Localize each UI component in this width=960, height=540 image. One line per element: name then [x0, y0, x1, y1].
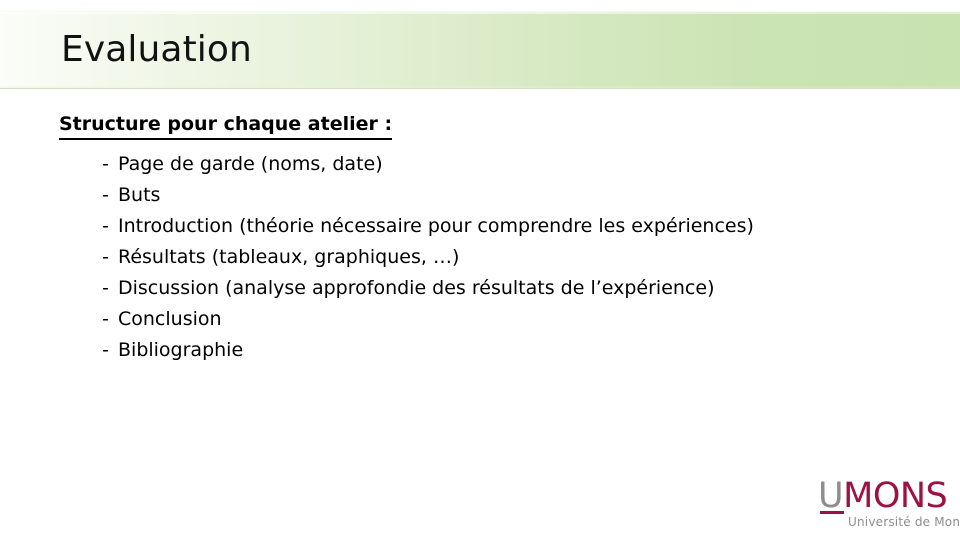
slide-body: Structure pour chaque atelier : - Page d… — [59, 111, 889, 366]
umons-accent-bar-icon — [820, 511, 844, 514]
list-item-label: Discussion (analyse approfondie des résu… — [118, 277, 715, 299]
title-band-top-edge — [0, 12, 960, 14]
umons-wordmark-u: U — [818, 476, 844, 516]
bullet-dash-icon: - — [102, 153, 109, 175]
list-item-label: Introduction (théorie nécessaire pour co… — [118, 215, 754, 237]
list-item: - Discussion (analyse approfondie des ré… — [59, 273, 889, 304]
structure-list: - Page de garde (noms, date) - Buts - In… — [59, 149, 889, 366]
list-item: - Introduction (théorie nécessaire pour … — [59, 211, 889, 242]
list-item: - Page de garde (noms, date) — [59, 149, 889, 180]
list-item-label: Conclusion — [118, 308, 222, 330]
list-item-label: Buts — [118, 184, 161, 206]
list-item-label: Bibliographie — [118, 339, 244, 361]
list-item: - Résultats (tableaux, graphiques, …) — [59, 242, 889, 273]
umons-logo: UMONS Université de Mons — [818, 476, 960, 534]
umons-wordmark-mons: MONS — [843, 476, 948, 516]
bullet-dash-icon: - — [102, 184, 109, 206]
list-item: - Bibliographie — [59, 335, 889, 366]
body-heading: Structure pour chaque atelier : — [59, 111, 393, 140]
bullet-dash-icon: - — [102, 246, 109, 268]
bullet-dash-icon: - — [102, 339, 109, 361]
page-title: Evaluation — [61, 29, 252, 70]
list-item: - Conclusion — [59, 304, 889, 335]
bullet-dash-icon: - — [102, 308, 109, 330]
list-item-label: Résultats (tableaux, graphiques, …) — [118, 246, 460, 268]
list-item-label: Page de garde (noms, date) — [118, 153, 383, 175]
bullet-dash-icon: - — [102, 277, 109, 299]
list-item: - Buts — [59, 180, 889, 211]
umons-subtitle: Université de Mons — [848, 515, 960, 529]
bullet-dash-icon: - — [102, 215, 109, 237]
title-band-bottom-edge — [0, 86, 960, 88]
presentation-slide: Evaluation Structure pour chaque atelier… — [0, 0, 960, 540]
umons-wordmark: UMONS — [818, 476, 948, 516]
